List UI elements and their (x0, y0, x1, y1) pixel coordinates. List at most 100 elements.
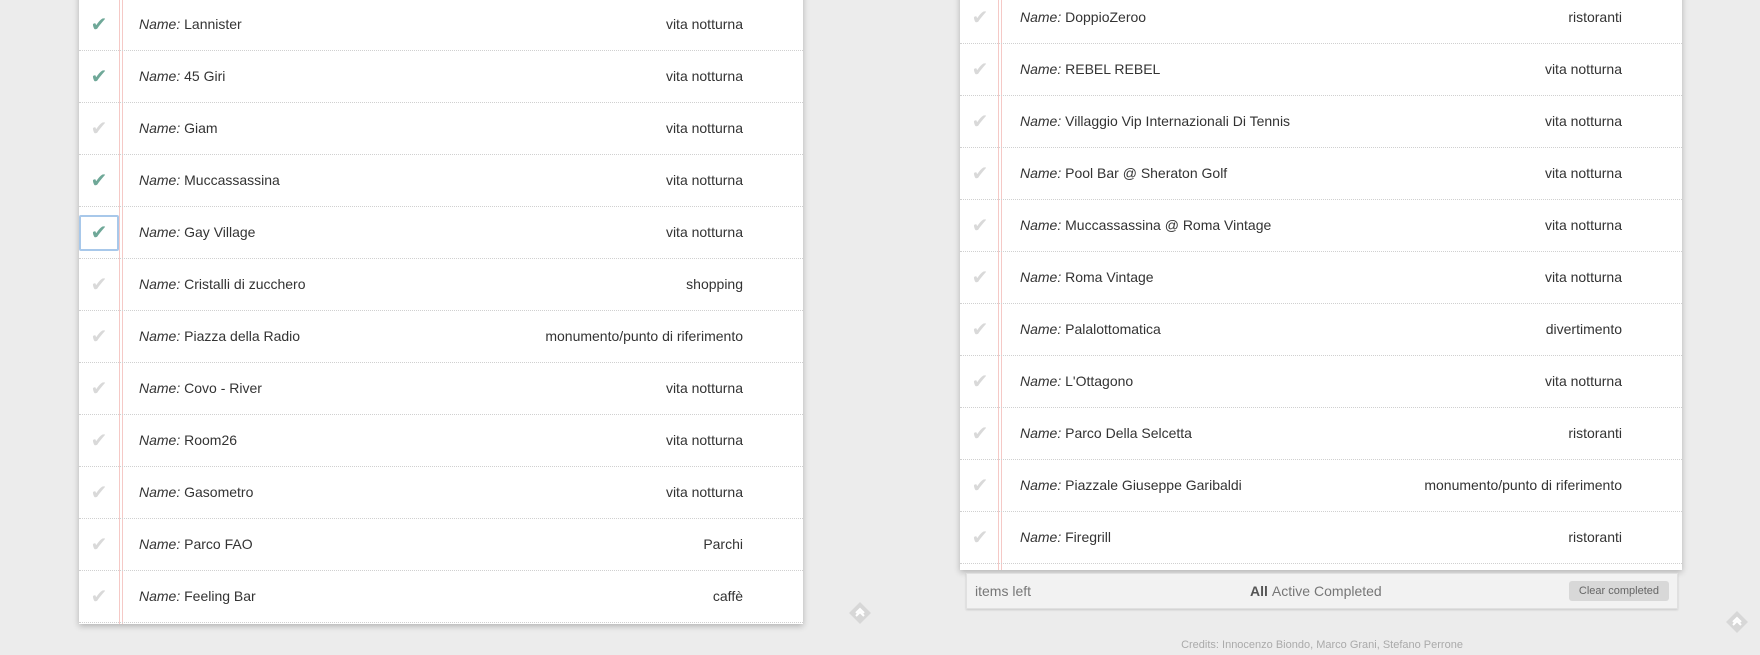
complete-toggle-checkbox[interactable]: ✔ (960, 364, 1000, 400)
item-title[interactable]: Name: Pool Bar @ Sheraton Golf (1020, 147, 1227, 199)
place-category: vita notturna (665, 224, 743, 240)
place-name: Lannister (184, 16, 242, 32)
place-name: Piazzale Giuseppe Garibaldi (1065, 477, 1242, 493)
place-category: ristoranti (1568, 425, 1622, 441)
place-category: shopping (686, 276, 743, 292)
complete-toggle-checkbox[interactable]: ✔ (79, 111, 119, 147)
complete-toggle-checkbox[interactable]: ✔ (960, 0, 1000, 36)
item-title[interactable]: Name: Muccassassina @ Roma Vintage (1020, 199, 1271, 251)
check-icon: ✔ (90, 326, 108, 348)
check-icon: ✔ (90, 14, 108, 36)
place-category: vita notturna (665, 120, 743, 136)
todo-item: ✔ Name: Parco FAO Parchi (79, 518, 803, 571)
name-label: Name: (139, 68, 181, 84)
filter-active[interactable]: Active (1272, 583, 1310, 599)
clear-completed-button[interactable]: Clear completed (1568, 581, 1669, 601)
place-name: DoppioZeroo (1065, 9, 1147, 25)
item-title[interactable]: Name: Giam (139, 102, 218, 154)
complete-toggle-checkbox[interactable]: ✔ (960, 156, 1000, 192)
item-title[interactable]: Name: Firegrill (1020, 511, 1111, 563)
complete-toggle-checkbox[interactable]: ✔ (79, 319, 119, 355)
complete-toggle-checkbox[interactable]: ✔ (79, 7, 119, 43)
place-name: Muccassassina @ Roma Vintage (1065, 217, 1272, 233)
check-icon: ✔ (971, 215, 989, 237)
complete-toggle-checkbox[interactable]: ✔ (79, 163, 119, 199)
complete-toggle-checkbox[interactable]: ✔ (79, 267, 119, 303)
item-title[interactable]: Name: 45 Giri (139, 50, 225, 102)
item-title[interactable]: Name: Room26 (139, 414, 237, 466)
place-category: vita notturna (665, 172, 743, 188)
complete-toggle-checkbox[interactable]: ✔ (960, 104, 1000, 140)
feedly-icon[interactable] (1724, 609, 1750, 635)
name-label: Name: (1020, 165, 1062, 181)
item-title[interactable]: Name: L'Ottagono (1020, 355, 1133, 407)
place-name: Room26 (184, 432, 238, 448)
complete-toggle-checkbox[interactable]: ✔ (960, 208, 1000, 244)
place-category: monumento/punto di riferimento (545, 328, 743, 344)
check-icon: ✔ (90, 534, 108, 556)
complete-toggle-checkbox[interactable]: ✔ (79, 475, 119, 511)
complete-toggle-checkbox[interactable]: ✔ (960, 52, 1000, 88)
name-label: Name: (1020, 113, 1062, 129)
item-title[interactable]: Name: Covo - River (139, 362, 262, 414)
item-title[interactable]: Name: Cristalli di zucchero (139, 258, 306, 310)
item-title[interactable]: Name: Parco FAO (139, 518, 253, 570)
place-name: Muccassassina (184, 172, 280, 188)
place-name: Piazza della Radio (184, 328, 301, 344)
place-category: caffè (712, 588, 743, 604)
place-name: Cristalli di zucchero (184, 276, 306, 292)
complete-toggle-checkbox[interactable]: ✔ (960, 468, 1000, 504)
complete-toggle-checkbox[interactable]: ✔ (960, 260, 1000, 296)
complete-toggle-checkbox[interactable]: ✔ (79, 423, 119, 459)
place-name: Palalottomatica (1065, 321, 1161, 337)
place-name: Covo - River (184, 380, 262, 396)
place-category: vita notturna (665, 16, 743, 32)
todo-item: ✔ Name: Feeling Bar caffè (79, 570, 803, 623)
todo-item: ✔ Name: L'Ottagono vita notturna (960, 355, 1682, 408)
filter-completed[interactable]: Completed (1314, 583, 1382, 599)
complete-toggle-checkbox[interactable]: ✔ (79, 371, 119, 407)
filter-all[interactable]: All (1250, 583, 1268, 599)
place-name: Giam (184, 120, 218, 136)
name-label: Name: (139, 328, 181, 344)
item-title[interactable]: Name: Lannister (139, 0, 242, 50)
name-label: Name: (139, 276, 181, 292)
todo-item: ✔ Name: Gasometro vita notturna (79, 466, 803, 519)
filter-bar: All Active Completed (1250, 574, 1386, 608)
check-icon: ✔ (971, 319, 989, 341)
item-title[interactable]: Name: Gasometro (139, 466, 253, 518)
item-title[interactable]: Name: Roma Vintage (1020, 251, 1154, 303)
item-title[interactable]: Name: Parco Della Selcetta (1020, 407, 1192, 459)
complete-toggle-checkbox[interactable]: ✔ (960, 416, 1000, 452)
item-title[interactable]: Name: REBEL REBEL (1020, 43, 1160, 95)
complete-toggle-checkbox[interactable]: ✔ (79, 579, 119, 615)
place-category: vita notturna (1544, 373, 1622, 389)
complete-toggle-checkbox[interactable]: ✔ (960, 312, 1000, 348)
todo-item: ✔ Name: Muccassassina vita notturna (79, 154, 803, 207)
complete-toggle-checkbox[interactable]: ✔ (79, 215, 119, 251)
place-name: Gay Village (184, 224, 256, 240)
complete-toggle-checkbox[interactable]: ✔ (79, 59, 119, 95)
check-icon: ✔ (90, 482, 108, 504)
todo-item: ✔ Name: DoppioZeroo ristoranti (960, 0, 1682, 44)
place-category: Parchi (703, 536, 743, 552)
check-icon: ✔ (971, 371, 989, 393)
item-title[interactable]: Name: Gay Village (139, 206, 255, 258)
item-title[interactable]: Name: DoppioZeroo (1020, 0, 1146, 43)
todo-footer: items left All Active Completed Clear comp… (966, 573, 1678, 609)
item-title[interactable]: Name: Muccassassina (139, 154, 280, 206)
check-icon: ✔ (90, 170, 108, 192)
item-title[interactable]: Name: Piazzale Giuseppe Garibaldi (1020, 459, 1242, 511)
complete-toggle-checkbox[interactable]: ✔ (79, 527, 119, 563)
complete-toggle-checkbox[interactable]: ✔ (960, 520, 1000, 556)
item-title[interactable]: Name: Villaggio Vip Internazionali Di Te… (1020, 95, 1290, 147)
item-title[interactable]: Name: Piazza della Radio (139, 310, 300, 362)
feedly-icon[interactable] (847, 600, 873, 626)
place-category: vita notturna (665, 380, 743, 396)
item-title[interactable]: Name: Feeling Bar (139, 570, 256, 622)
todo-item: ✔ Name: Firegrill ristoranti (960, 511, 1682, 564)
place-category: vita notturna (665, 484, 743, 500)
todo-item: ✔ Name: Parco Della Selcetta ristoranti (960, 407, 1682, 460)
item-title[interactable]: Name: Palalottomatica (1020, 303, 1161, 355)
check-icon: ✔ (971, 423, 989, 445)
